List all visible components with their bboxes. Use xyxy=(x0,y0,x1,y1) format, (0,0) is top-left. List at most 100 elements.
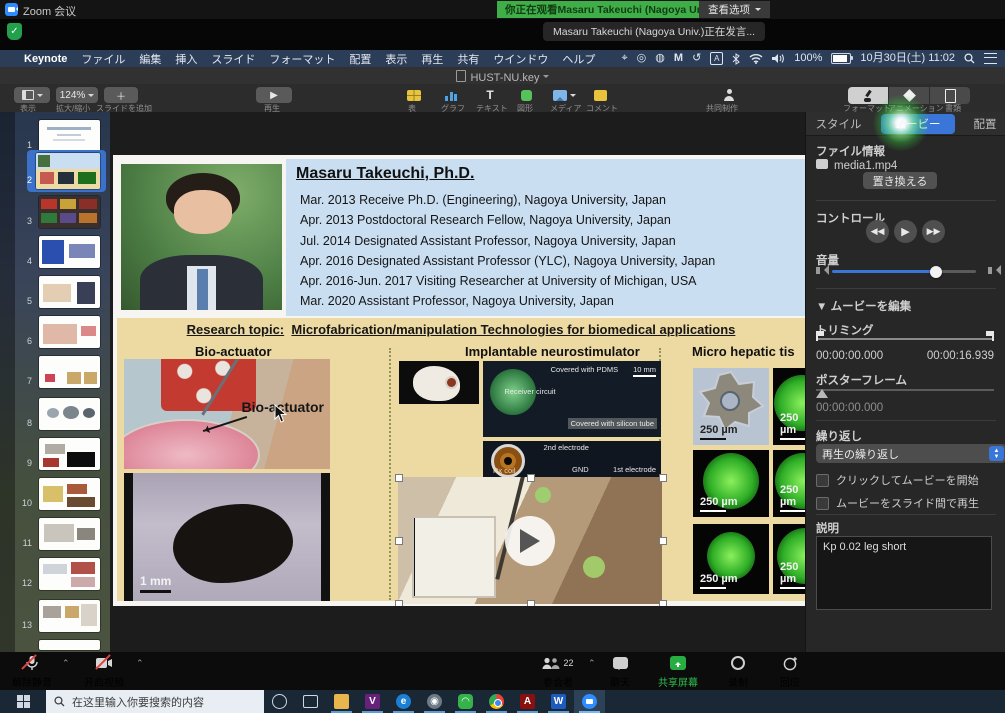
table-button[interactable] xyxy=(402,87,426,103)
view-button[interactable] xyxy=(14,87,50,103)
menubar-clock[interactable]: 10月30日(土) 11:02 xyxy=(860,50,955,67)
chat-button[interactable]: 聊天 xyxy=(592,654,648,689)
selection-handle[interactable] xyxy=(659,537,667,545)
text-button[interactable]: T xyxy=(478,87,502,103)
wechat-icon[interactable]: ◠ xyxy=(450,690,481,713)
unmute-button[interactable]: 解除静音 xyxy=(4,654,60,689)
volume-slider[interactable] xyxy=(816,264,996,278)
shape-button[interactable] xyxy=(514,87,538,103)
play-across-slides-checkbox[interactable]: ムービーをスライド間で再生 xyxy=(816,495,979,511)
camera-app-icon[interactable]: ◉ xyxy=(419,690,450,713)
trim-slider[interactable] xyxy=(816,338,994,340)
collaborate-button[interactable] xyxy=(716,87,742,103)
slide-thumbnail-2-selected[interactable]: 2 xyxy=(0,153,110,189)
record-button[interactable]: 录制 xyxy=(710,654,766,689)
slide-thumbnail-5[interactable]: 5 xyxy=(0,274,110,310)
checkbox-icon[interactable] xyxy=(816,474,829,487)
reactions-button[interactable]: 回应 xyxy=(762,654,818,689)
play-button[interactable]: ▶ xyxy=(256,87,292,103)
task-view-icon[interactable] xyxy=(295,690,326,713)
replace-button[interactable]: 置き換える xyxy=(863,172,937,189)
menu-share[interactable]: 共有 xyxy=(457,51,479,67)
control-center-icon[interactable] xyxy=(984,53,997,64)
document-tab[interactable] xyxy=(930,87,970,104)
slide-thumbnail-13[interactable]: 13 xyxy=(0,598,110,634)
comment-button[interactable] xyxy=(588,87,612,103)
start-button[interactable] xyxy=(0,690,46,713)
format-tab[interactable] xyxy=(848,87,888,104)
cortana-icon[interactable] xyxy=(264,690,295,713)
menu-insert[interactable]: 挿入 xyxy=(175,51,197,67)
selection-handle[interactable] xyxy=(659,600,667,606)
menu-help[interactable]: ヘルプ xyxy=(562,51,595,67)
volume-knob[interactable] xyxy=(930,266,942,278)
media-button[interactable] xyxy=(548,87,580,103)
chrome-icon[interactable] xyxy=(481,690,512,713)
edge-icon[interactable]: e xyxy=(388,690,419,713)
view-options-button[interactable]: 查看选项 xyxy=(699,1,770,18)
menu-format[interactable]: フォーマット xyxy=(269,51,335,67)
menu-edit[interactable]: 編集 xyxy=(139,51,161,67)
menu-window[interactable]: ウインドウ xyxy=(493,51,548,67)
zoom-level-button[interactable]: 124% xyxy=(56,87,98,103)
slide-thumbnail-1[interactable]: 1 xyxy=(0,118,110,154)
volume-icon[interactable] xyxy=(772,53,785,64)
bio-textbox[interactable]: Masaru Takeuchi, Ph.D. Mar. 2013 Receive… xyxy=(286,159,805,316)
forward-button[interactable]: ▶▶ xyxy=(922,220,945,243)
repeat-dropdown[interactable]: 再生の繰り返し ▲▼ xyxy=(816,444,1005,463)
panel-tab-movie-selected[interactable]: ムービー xyxy=(881,114,955,134)
swirl-app-icon[interactable]: ◍ xyxy=(655,50,665,67)
description-textarea[interactable]: Kp 0.02 leg short xyxy=(816,536,992,610)
wifi-icon[interactable] xyxy=(749,53,763,64)
trim-end-handle[interactable] xyxy=(992,331,994,341)
zoom-taskbar-icon[interactable] xyxy=(574,690,605,713)
rewind-button[interactable]: ◀◀ xyxy=(866,220,889,243)
panel-tab-style[interactable]: スタイル xyxy=(816,116,862,132)
selection-handle[interactable] xyxy=(527,600,535,606)
selection-handle[interactable] xyxy=(395,474,403,482)
menu-view[interactable]: 表示 xyxy=(385,51,407,67)
selection-handle[interactable] xyxy=(527,474,535,482)
slide-thumbnail-12[interactable]: 12 xyxy=(0,556,110,592)
keynote-document-title[interactable]: HUST-NU.key xyxy=(0,70,1005,84)
selection-handle[interactable] xyxy=(659,474,667,482)
word-icon[interactable]: W xyxy=(543,690,574,713)
menu-arrange[interactable]: 配置 xyxy=(349,51,371,67)
start-video-button[interactable]: 开启视频 xyxy=(76,654,132,689)
start-on-click-checkbox[interactable]: クリックしてムービーを開始 xyxy=(816,472,979,488)
video-play-overlay[interactable] xyxy=(505,516,555,566)
video-caret[interactable]: ⌃ xyxy=(136,658,144,669)
checkbox-icon[interactable] xyxy=(816,497,829,510)
slide-thumbnail-3[interactable]: 3 xyxy=(0,194,110,230)
movie-object-selected[interactable] xyxy=(398,477,662,604)
slide-thumbnail-7[interactable]: 7 xyxy=(0,354,110,390)
share-screen-button[interactable]: 共享屏幕 xyxy=(650,654,706,689)
timemachine-icon[interactable]: ↺ xyxy=(692,50,701,67)
slide-thumbnail-8[interactable]: 8 xyxy=(0,396,110,432)
current-slide[interactable]: Masaru Takeuchi, Ph.D. Mar. 2013 Receive… xyxy=(113,155,805,606)
security-shield-icon[interactable]: ✓ xyxy=(7,23,22,40)
poster-frame-handle[interactable] xyxy=(816,383,828,398)
trim-start-handle[interactable] xyxy=(816,331,818,341)
slide-thumbnail-4[interactable]: 4 xyxy=(0,234,110,270)
movie-play-button[interactable]: ▶ xyxy=(894,220,917,243)
menu-app-name[interactable]: Keynote xyxy=(24,53,67,65)
spotlight-icon[interactable] xyxy=(964,53,975,64)
menu-file[interactable]: ファイル xyxy=(81,51,125,67)
slide-thumbnail-11[interactable]: 11 xyxy=(0,516,110,552)
mail-app-icon[interactable]: M xyxy=(674,50,683,67)
slide-thumbnail-9[interactable]: 9 xyxy=(0,436,110,472)
check-circle-icon[interactable]: ◎ xyxy=(637,50,647,67)
menu-play[interactable]: 再生 xyxy=(421,51,443,67)
file-explorer-icon[interactable] xyxy=(326,690,357,713)
selection-handle[interactable] xyxy=(395,537,403,545)
participants-button[interactable]: 22 参会者 xyxy=(530,654,586,689)
slide-thumbnail-10[interactable]: 10 xyxy=(0,476,110,512)
bluetooth-icon[interactable] xyxy=(732,53,740,65)
location-icon[interactable]: ⌖ xyxy=(621,50,627,67)
slide-thumbnail-6[interactable]: 6 xyxy=(0,314,110,350)
input-source-icon[interactable]: A xyxy=(710,52,723,65)
acrobat-icon[interactable]: A xyxy=(512,690,543,713)
poster-frame-slider[interactable] xyxy=(816,389,994,391)
menu-slide[interactable]: スライド xyxy=(211,51,255,67)
